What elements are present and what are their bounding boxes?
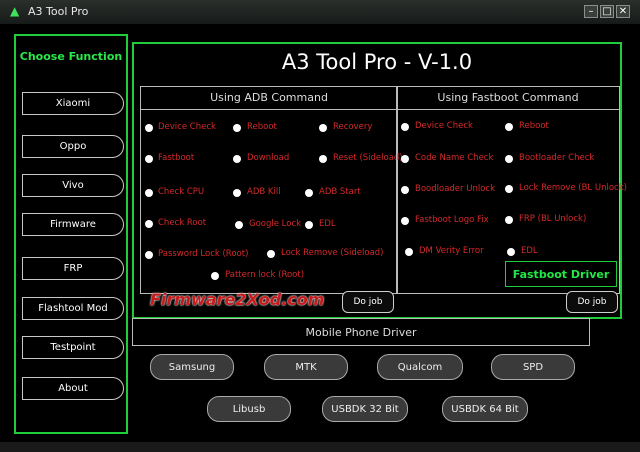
option-label: Check Root <box>158 218 207 228</box>
spd-driver-button[interactable]: SPD <box>491 354 575 380</box>
option-label: EDL <box>319 219 336 229</box>
usbdk32-driver-button[interactable]: USBDK 32 Bit <box>322 396 408 422</box>
option-label: Google Lock <box>249 219 302 229</box>
option-label: Reboot <box>247 122 277 132</box>
radio-frp-bl-unlock[interactable] <box>505 216 513 224</box>
adb-group-title: Using ADB Command <box>141 87 397 110</box>
option-label: Recovery <box>333 122 373 132</box>
mtk-driver-button[interactable]: MTK <box>264 354 348 380</box>
radio-pattern-lock-root[interactable] <box>211 272 219 280</box>
sidebar-item-firmware[interactable]: Firmware <box>22 213 124 236</box>
radio-bootloader-check[interactable] <box>505 155 513 163</box>
option-label: Bootloader Check <box>519 153 595 163</box>
radio-lock-remove-bl-unlock[interactable] <box>505 185 513 193</box>
desktop-edge <box>0 442 640 452</box>
radio-fb-edl[interactable] <box>507 248 515 256</box>
sidebar-item-oppo[interactable]: Oppo <box>22 135 124 158</box>
sidebar-item-testpoint[interactable]: Testpoint <box>22 336 124 359</box>
samsung-driver-button[interactable]: Samsung <box>150 354 234 380</box>
radio-code-name-check[interactable] <box>401 155 409 163</box>
option-label: Lock Remove (Sideload) <box>281 248 384 258</box>
option-label: Device Check <box>415 121 473 131</box>
option-label: EDL <box>521 246 538 256</box>
app-window: Choose Function Xiaomi Oppo Vivo Firmwar… <box>0 24 640 442</box>
radio-adb-start[interactable] <box>305 189 313 197</box>
option-label: Lock Remove (BL Unlock) <box>519 183 627 193</box>
radio-reset-sideload[interactable] <box>319 155 327 163</box>
radio-check-cpu[interactable] <box>145 189 153 197</box>
option-label: Download <box>247 153 290 163</box>
sidebar-item-vivo[interactable]: Vivo <box>22 174 124 197</box>
radio-fastboot-logo-fix[interactable] <box>401 217 409 225</box>
radio-password-lock-root[interactable] <box>145 251 153 259</box>
fastboot-command-group: Using Fastboot Command Device Check Rebo… <box>396 86 627 294</box>
option-label: Fastboot <box>158 153 195 163</box>
sidebar-title: Choose Function <box>19 50 123 63</box>
option-label: Check CPU <box>158 187 205 197</box>
sidebar: Choose Function Xiaomi Oppo Vivo Firmwar… <box>14 34 128 434</box>
radio-device-check[interactable] <box>145 124 153 132</box>
adb-do-job-button[interactable]: Do job <box>342 291 394 313</box>
libusb-driver-button[interactable]: Libusb <box>207 396 291 422</box>
fastboot-group-title: Using Fastboot Command <box>397 87 619 110</box>
radio-download[interactable] <box>233 155 241 163</box>
option-label: FRP (BL Unlock) <box>519 214 587 224</box>
watermark-text: Firmware2Xod.com <box>150 290 325 309</box>
main-panel: A3 Tool Pro - V-1.0 Using ADB Command De… <box>132 42 627 319</box>
radio-check-root[interactable] <box>145 220 153 228</box>
close-button[interactable]: ✕ <box>616 5 630 18</box>
maximize-button[interactable]: □ <box>600 5 614 18</box>
mobile-driver-header: Mobile Phone Driver <box>132 318 590 346</box>
option-label: Password Lock (Root) <box>158 249 249 259</box>
window-title: A3 Tool Pro <box>28 5 89 18</box>
option-label: Fastboot Logo Fix <box>415 215 489 225</box>
radio-reboot[interactable] <box>233 124 241 132</box>
window-titlebar: ▲ A3 Tool Pro – □ ✕ <box>0 0 640 24</box>
radio-adb-kill[interactable] <box>233 189 241 197</box>
option-label: DM Verity Error <box>419 246 484 256</box>
radio-edl[interactable] <box>305 221 313 229</box>
sidebar-item-flashtool-mod[interactable]: Flashtool Mod <box>22 297 124 320</box>
radio-recovery[interactable] <box>319 124 327 132</box>
minimize-button[interactable]: – <box>584 5 598 18</box>
radio-fb-reboot[interactable] <box>505 123 513 131</box>
option-label: Code Name Check <box>415 153 494 163</box>
sidebar-item-xiaomi[interactable]: Xiaomi <box>22 92 124 115</box>
option-label: Reboot <box>519 121 549 131</box>
option-label: ADB Kill <box>247 187 281 197</box>
qualcom-driver-button[interactable]: Qualcom <box>377 354 463 380</box>
fastboot-do-job-button[interactable]: Do job <box>566 291 618 313</box>
option-label: Pattern lock (Root) <box>225 270 305 280</box>
sidebar-item-frp[interactable]: FRP <box>22 257 124 280</box>
usbdk64-driver-button[interactable]: USBDK 64 Bit <box>442 396 528 422</box>
option-label: Device Check <box>158 122 216 132</box>
radio-bootloader-unlock[interactable] <box>401 186 409 194</box>
radio-google-lock[interactable] <box>235 221 243 229</box>
app-icon: ▲ <box>10 4 20 18</box>
radio-fb-device-check[interactable] <box>401 123 409 131</box>
adb-command-group: Using ADB Command Device Check Reboot Re… <box>140 86 403 294</box>
option-label: Reset (Sideload) <box>333 153 403 163</box>
option-label: Boodloader Unlock <box>415 184 495 194</box>
radio-lock-remove-sideload[interactable] <box>267 250 275 258</box>
radio-fastboot[interactable] <box>145 155 153 163</box>
option-label: ADB Start <box>319 187 361 197</box>
fastboot-driver-button[interactable]: Fastboot Driver <box>505 261 617 287</box>
app-heading: A3 Tool Pro - V-1.0 <box>281 50 473 74</box>
sidebar-item-about[interactable]: About <box>22 377 124 400</box>
radio-dm-verity-error[interactable] <box>405 248 413 256</box>
